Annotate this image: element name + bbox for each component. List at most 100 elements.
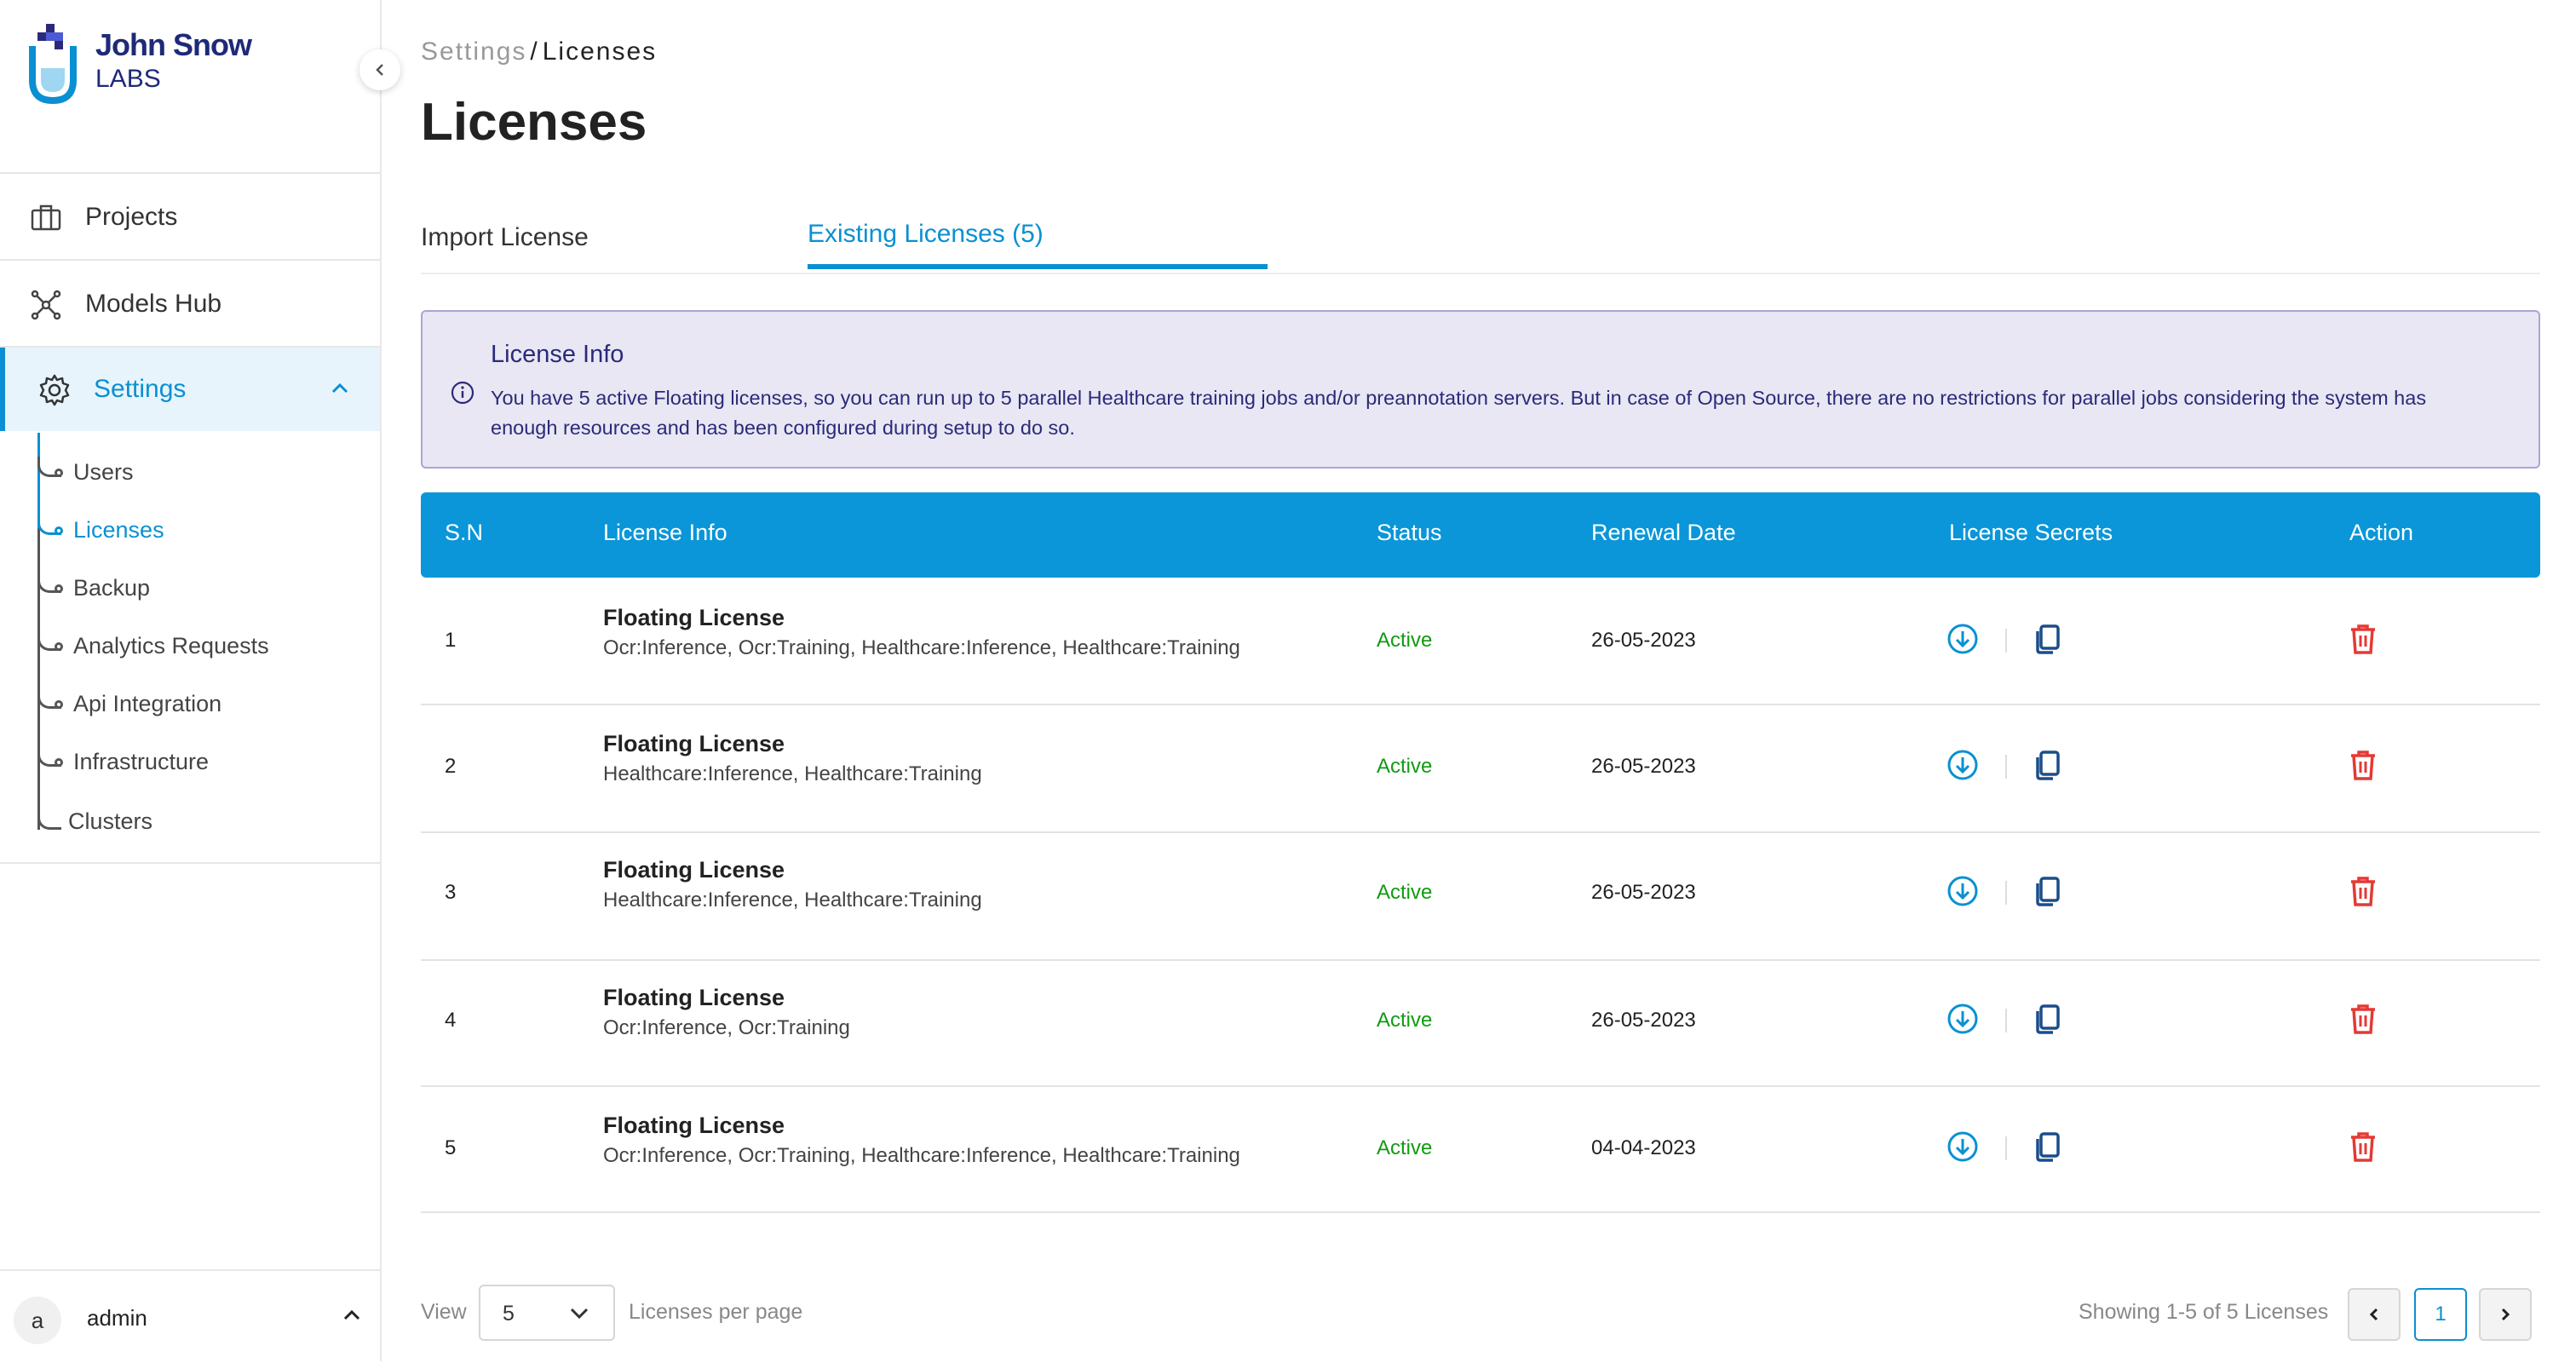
sidebar-sub-licenses[interactable]: Licenses (73, 513, 164, 547)
license-title: Floating License (603, 605, 785, 630)
download-secret-button[interactable] (1946, 874, 1980, 908)
trash-icon (2351, 1004, 2375, 1034)
renewal-date: 26-05-2023 (1591, 755, 1696, 778)
per-page-select[interactable]: 5 (479, 1285, 615, 1341)
tree-dot (55, 584, 63, 593)
sidebar-sub-clusters[interactable]: Clusters (68, 804, 152, 838)
user-menu[interactable]: a admin (0, 1269, 380, 1363)
trash-icon (2351, 751, 2375, 780)
nav-divider (0, 172, 380, 174)
license-scopes: Ocr:Inference, Ocr:Training, Healthcare:… (603, 1144, 1240, 1167)
divider (2005, 1009, 2007, 1032)
row-license-info: Floating License Ocr:Inference, Ocr:Trai… (603, 985, 850, 1040)
logo-mark-icon (29, 24, 77, 105)
breadcrumb: Settings / Licenses (421, 37, 657, 66)
license-title: Floating License (603, 985, 785, 1010)
view-label: View (421, 1300, 467, 1324)
col-action: Action (2349, 520, 2414, 545)
delete-license-button[interactable] (2346, 1130, 2380, 1164)
tab-active-indicator (808, 264, 1268, 269)
copy-icon (2036, 1004, 2060, 1034)
table-row: 3 Floating License Healthcare:Inference,… (421, 833, 2540, 961)
page-number-button[interactable]: 1 (2414, 1288, 2467, 1341)
tab-import-license[interactable]: Import License (421, 223, 589, 252)
chevron-left-icon (376, 64, 383, 76)
user-name: admin (87, 1305, 147, 1331)
delete-license-button[interactable] (2346, 622, 2380, 656)
renewal-date: 26-05-2023 (1591, 1009, 1696, 1032)
sidebar-sub-infrastructure[interactable]: Infrastructure (73, 745, 209, 779)
renewal-date: 26-05-2023 (1591, 629, 1696, 652)
license-title: Floating License (603, 1113, 785, 1138)
copy-secret-button[interactable] (2031, 874, 2065, 908)
download-icon (1947, 624, 1978, 654)
delete-license-button[interactable] (2346, 748, 2380, 782)
sidebar-item-models-hub[interactable]: Models Hub (0, 262, 380, 346)
delete-license-button[interactable] (2346, 874, 2380, 908)
copy-secret-button[interactable] (2031, 622, 2065, 656)
chevron-up-icon (331, 382, 348, 394)
status-badge: Active (1377, 881, 1433, 904)
renewal-date: 04-04-2023 (1591, 1136, 1696, 1159)
next-page-button[interactable] (2479, 1288, 2532, 1341)
copy-icon (2036, 877, 2060, 906)
copy-secret-button[interactable] (2031, 1002, 2065, 1036)
chevron-up-icon (343, 1309, 360, 1320)
divider (2005, 881, 2007, 905)
download-icon (1947, 876, 1978, 906)
prev-page-button[interactable] (2348, 1288, 2401, 1341)
table-row: 2 Floating License Healthcare:Inference,… (421, 705, 2540, 833)
sidebar-sub-backup[interactable]: Backup (73, 571, 150, 605)
sidebar-item-label: Projects (85, 203, 178, 231)
row-license-info: Floating License Ocr:Inference, Ocr:Trai… (603, 605, 1240, 660)
sidebar-item-projects[interactable]: Projects (0, 175, 380, 259)
sidebar-sub-users[interactable]: Users (73, 455, 134, 489)
row-sn: 4 (445, 1009, 457, 1032)
brand-sub: LABS (95, 65, 161, 93)
collapse-sidebar-button[interactable] (359, 49, 400, 90)
info-text: You have 5 active Floating licenses, so … (491, 387, 2427, 439)
col-renewal-date: Renewal Date (1591, 520, 1736, 545)
copy-icon (2036, 1132, 2060, 1162)
download-icon (1947, 1131, 1978, 1162)
download-secret-button[interactable] (1946, 622, 1980, 656)
download-secret-button[interactable] (1946, 1002, 1980, 1036)
tab-existing-licenses[interactable]: Existing Licenses (5) (808, 220, 1044, 249)
row-sn: 5 (445, 1136, 457, 1159)
row-sn: 3 (445, 881, 457, 904)
divider (2005, 755, 2007, 779)
per-page-label: Licenses per page (629, 1300, 803, 1324)
sidebar-sub-analytics-requests[interactable]: Analytics Requests (73, 629, 269, 663)
copy-secret-button[interactable] (2031, 1130, 2065, 1164)
delete-license-button[interactable] (2346, 1002, 2380, 1036)
page-title: Licenses (421, 93, 647, 152)
download-secret-button[interactable] (1946, 748, 1980, 782)
info-title: License Info (491, 341, 624, 368)
nav-divider (0, 259, 380, 261)
sidebar: John Snow LABS Projects Models Hub Setti… (0, 0, 400, 1363)
sidebar-sub-api-integration[interactable]: Api Integration (73, 687, 221, 721)
table-footer: View 5 Licenses per page Showing 1-5 of … (421, 1285, 2540, 1341)
renewal-date: 26-05-2023 (1591, 881, 1696, 904)
divider (2005, 629, 2007, 653)
breadcrumb-parent[interactable]: Settings (421, 37, 526, 66)
copy-secret-button[interactable] (2031, 748, 2065, 782)
license-scopes: Ocr:Inference, Ocr:Training, Healthcare:… (603, 636, 1240, 659)
chevron-down-icon (570, 1308, 589, 1320)
gear-icon (39, 374, 70, 406)
tabs: Import License Existing Licenses (5) (421, 211, 2540, 274)
sidebar-item-settings[interactable]: Settings (0, 348, 380, 431)
table-row: 5 Floating License Ocr:Inference, Ocr:Tr… (421, 1085, 2540, 1213)
info-icon (451, 381, 474, 405)
table-header: S.N License Info Status Renewal Date Lic… (421, 492, 2540, 578)
row-license-info: Floating License Healthcare:Inference, H… (603, 731, 982, 786)
row-sn: 1 (445, 629, 457, 652)
brand-name: John Snow (95, 27, 252, 62)
download-secret-button[interactable] (1946, 1130, 1980, 1164)
status-badge: Active (1377, 629, 1433, 652)
brand-logo[interactable]: John Snow LABS (27, 20, 283, 106)
col-license-secrets: License Secrets (1949, 520, 2113, 545)
license-title: Floating License (603, 857, 785, 883)
breadcrumb-current: Licenses (542, 37, 658, 66)
copy-icon (2036, 751, 2060, 780)
